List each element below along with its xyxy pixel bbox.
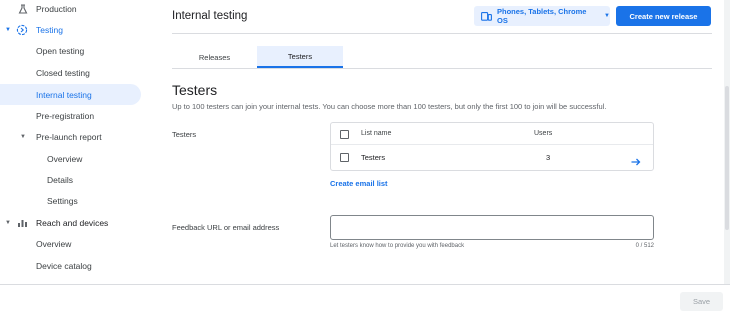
sidebar-item-production[interactable]: Production: [0, 0, 140, 19]
sidebar-item-label: Pre-launch report: [36, 131, 102, 142]
sidebar-item-internal-testing[interactable]: Internal testing: [0, 84, 141, 105]
device-filter-dropdown[interactable]: Phones, Tablets, Chrome OS ▼: [474, 6, 610, 26]
row-checkbox[interactable]: [340, 153, 349, 162]
testers-table: List name Users Testers 3: [330, 122, 654, 171]
sidebar-item-label: Internal testing: [36, 89, 92, 100]
sidebar-item-pre-registration[interactable]: Pre-registration: [0, 105, 140, 126]
save-button[interactable]: Save: [680, 292, 723, 311]
sidebar-item-label: Settings: [47, 195, 78, 206]
sidebar-item-prelaunch-details[interactable]: Details: [0, 169, 140, 190]
tab-bar: Releases Testers: [172, 46, 712, 68]
sidebar-item-label: Device catalog: [36, 260, 92, 271]
arrow-right-icon[interactable]: [631, 153, 641, 166]
section-title: Testers: [172, 82, 218, 98]
sidebar: Production ▼ Testing Open testing Closed…: [0, 0, 150, 284]
caret-down-icon: ▼: [20, 133, 26, 140]
tabs-divider: [172, 68, 712, 69]
column-header-users: Users: [534, 130, 553, 137]
users-cell: 3: [546, 153, 551, 162]
feedback-url-input[interactable]: [330, 215, 654, 240]
select-all-checkbox[interactable]: [340, 130, 349, 139]
sidebar-item-label: Pre-registration: [36, 110, 95, 121]
sidebar-item-prelaunch-overview[interactable]: Overview: [0, 148, 140, 169]
sidebar-item-label: Testing: [36, 24, 63, 35]
page-title: Internal testing: [172, 10, 248, 22]
sidebar-item-reach-overview[interactable]: Overview: [0, 233, 140, 254]
sidebar-item-pre-launch-report[interactable]: ▼ Pre-launch report: [0, 126, 140, 147]
devices-icon: [481, 11, 492, 21]
device-filter-label: Phones, Tablets, Chrome OS: [497, 7, 587, 25]
sidebar-item-testing[interactable]: ▼ Testing: [0, 19, 140, 40]
scrollbar-thumb[interactable]: [725, 86, 729, 230]
table-row[interactable]: Testers 3: [331, 145, 653, 170]
caret-down-icon: ▼: [5, 26, 11, 33]
production-icon: [17, 3, 29, 15]
sidebar-item-open-testing[interactable]: Open testing: [0, 40, 140, 61]
caret-down-icon: ▼: [5, 219, 11, 226]
feedback-field-label: Feedback URL or email address: [172, 223, 280, 232]
main-content: Internal testing Phones, Tablets, Chrome…: [150, 0, 730, 284]
chevron-down-icon: ▼: [604, 13, 610, 19]
bar-chart-icon: [16, 217, 28, 229]
sidebar-item-prelaunch-settings[interactable]: Settings: [0, 190, 140, 211]
testing-icon: [16, 24, 28, 36]
sidebar-item-label: Closed testing: [36, 67, 90, 78]
tab-testers[interactable]: Testers: [257, 46, 343, 68]
list-name-cell: Testers: [361, 153, 386, 162]
sidebar-item-reach-and-devices[interactable]: ▼ Reach and devices: [0, 212, 140, 233]
footer-bar: [0, 284, 730, 314]
sidebar-item-device-catalog[interactable]: Device catalog: [0, 255, 140, 276]
section-description: Up to 100 testers can join your internal…: [172, 102, 607, 111]
create-new-release-button[interactable]: Create new release: [616, 6, 711, 26]
sidebar-item-label: Overview: [47, 153, 83, 164]
sidebar-item-label: Details: [47, 174, 73, 185]
sidebar-item-next[interactable]: ▼: [0, 276, 140, 285]
sidebar-item-closed-testing[interactable]: Closed testing: [0, 62, 140, 83]
testers-field-label: Testers: [172, 130, 197, 139]
column-header-list-name: List name: [361, 130, 392, 137]
sidebar-item-label: Overview: [36, 238, 72, 249]
sidebar-item-label: Production: [36, 3, 77, 14]
tab-releases[interactable]: Releases: [172, 46, 257, 68]
feedback-helper-text: Let testers know how to provide you with…: [330, 243, 465, 249]
table-header: List name Users: [331, 123, 653, 145]
feedback-char-counter: 0 / 512: [635, 243, 654, 249]
sidebar-item-label: Reach and devices: [36, 217, 109, 228]
header-divider: [172, 33, 712, 34]
sidebar-item-label: Open testing: [36, 45, 85, 56]
create-email-list-link[interactable]: Create email list: [330, 179, 388, 188]
